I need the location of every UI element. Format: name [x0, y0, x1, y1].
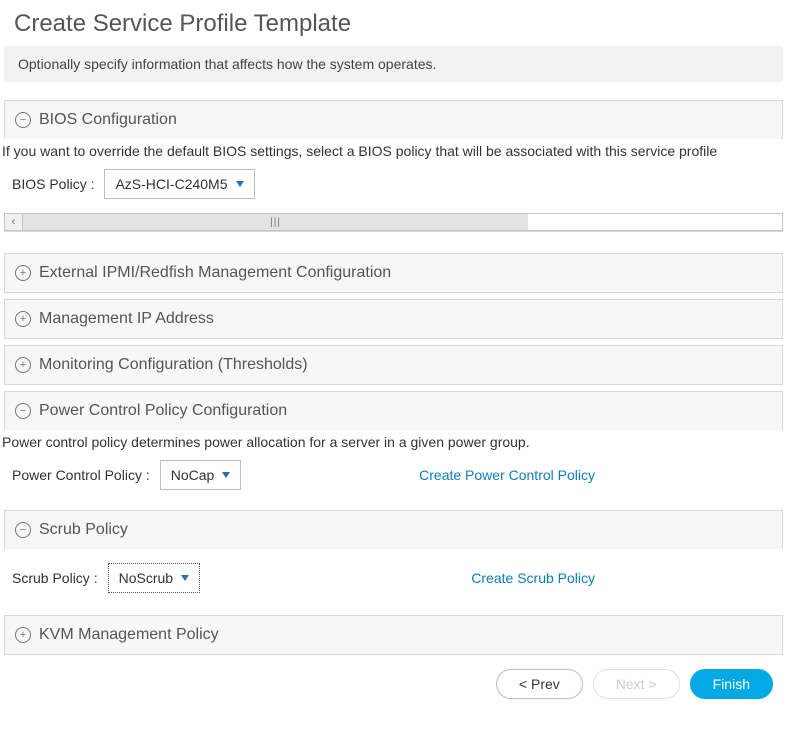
collapse-icon: − [15, 112, 31, 128]
create-scrub-policy-link[interactable]: Create Scrub Policy [471, 570, 595, 586]
section-power: − Power Control Policy Configuration [4, 391, 783, 430]
expand-icon: + [15, 627, 31, 643]
chevron-down-icon [222, 472, 230, 478]
section-mgmt-ip-header[interactable]: + Management IP Address [5, 300, 782, 338]
section-power-header[interactable]: − Power Control Policy Configuration [5, 392, 782, 430]
power-policy-label: Power Control Policy : [12, 467, 150, 483]
expand-icon: + [15, 265, 31, 281]
section-monitoring-title: Monitoring Configuration (Thresholds) [39, 356, 308, 374]
section-kvm-header[interactable]: + KVM Management Policy [5, 616, 782, 654]
section-mgmt-ip: + Management IP Address [4, 299, 783, 339]
footer-buttons: < Prev Next > Finish [0, 655, 787, 713]
expand-icon: + [15, 311, 31, 327]
bios-policy-label: BIOS Policy : [12, 176, 94, 192]
bios-policy-value: AzS-HCI-C240M5 [115, 176, 227, 192]
collapse-icon: − [15, 522, 31, 538]
scroll-thumb[interactable]: ||| [23, 214, 528, 230]
section-ipmi-header[interactable]: + External IPMI/Redfish Management Confi… [5, 254, 782, 292]
finish-button[interactable]: Finish [690, 669, 773, 699]
divider [4, 231, 783, 235]
scroll-left-button[interactable]: ‹ [5, 214, 23, 230]
section-bios: − BIOS Configuration [4, 100, 783, 139]
scrub-policy-select[interactable]: NoScrub [108, 563, 200, 593]
section-scrub-header[interactable]: − Scrub Policy [5, 511, 782, 549]
bios-policy-select[interactable]: AzS-HCI-C240M5 [104, 169, 254, 199]
section-power-title: Power Control Policy Configuration [39, 402, 287, 420]
section-bios-header[interactable]: − BIOS Configuration [5, 101, 782, 139]
prev-button[interactable]: < Prev [496, 669, 583, 699]
section-ipmi-title: External IPMI/Redfish Management Configu… [39, 264, 391, 282]
power-policy-select[interactable]: NoCap [160, 460, 242, 490]
power-policy-value: NoCap [171, 467, 215, 483]
section-kvm-title: KVM Management Policy [39, 626, 219, 644]
section-bios-title: BIOS Configuration [39, 111, 177, 129]
page-title: Create Service Profile Template [0, 0, 787, 44]
info-banner: Optionally specify information that affe… [4, 46, 783, 82]
section-ipmi: + External IPMI/Redfish Management Confi… [4, 253, 783, 293]
horizontal-scrollbar[interactable]: ‹ ||| [4, 213, 783, 231]
section-bios-desc: If you want to override the default BIOS… [0, 139, 787, 169]
section-kvm: + KVM Management Policy [4, 615, 783, 655]
chevron-down-icon [236, 181, 244, 187]
scrub-policy-value: NoScrub [119, 570, 173, 586]
next-button: Next > [593, 669, 680, 699]
section-scrub: − Scrub Policy [4, 510, 783, 549]
section-monitoring: + Monitoring Configuration (Thresholds) [4, 345, 783, 385]
scrub-policy-label: Scrub Policy : [12, 570, 98, 586]
chevron-down-icon [181, 575, 189, 581]
section-mgmt-ip-title: Management IP Address [39, 310, 214, 328]
section-power-desc: Power control policy determines power al… [0, 430, 787, 460]
create-power-policy-link[interactable]: Create Power Control Policy [419, 467, 595, 483]
collapse-icon: − [15, 403, 31, 419]
section-monitoring-header[interactable]: + Monitoring Configuration (Thresholds) [5, 346, 782, 384]
section-scrub-title: Scrub Policy [39, 521, 128, 539]
expand-icon: + [15, 357, 31, 373]
